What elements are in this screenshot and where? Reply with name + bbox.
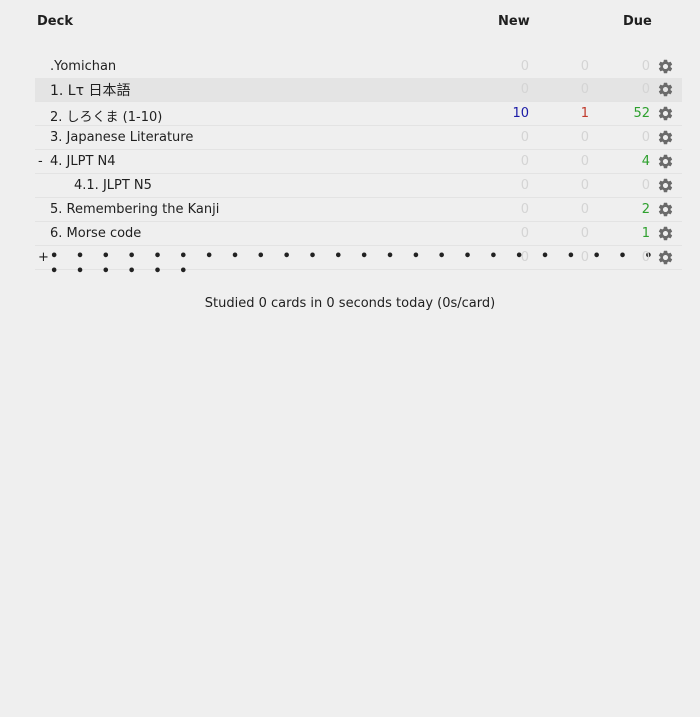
new-count: 0: [520, 226, 529, 241]
deck-name-link[interactable]: 2. しろくま (1-10): [50, 106, 162, 125]
deck-row: 5. Remembering the Kanji 0 0 2: [35, 198, 682, 222]
deck-name-link[interactable]: 5. Remembering the Kanji: [50, 202, 219, 217]
learn-count: 0: [580, 178, 589, 193]
gear-icon[interactable]: [657, 153, 674, 170]
gear-icon[interactable]: [657, 129, 674, 146]
gear-icon[interactable]: [657, 249, 674, 266]
deck-name-link[interactable]: .Yomichan: [50, 59, 116, 74]
expand-toggle[interactable]: +: [38, 250, 49, 265]
deck-row: 2. しろくま (1-10) 10 1 52: [35, 102, 682, 126]
new-count: 0: [520, 59, 529, 74]
deck-row: .Yomichan 0 0 0: [35, 55, 682, 78]
gear-icon[interactable]: [657, 225, 674, 242]
learn-count: 0: [580, 82, 589, 97]
learn-count: 0: [580, 250, 589, 265]
due-count: 0: [641, 178, 650, 193]
learn-count: 1: [580, 106, 589, 121]
due-count: 0: [641, 250, 650, 265]
new-count: 0: [520, 250, 529, 265]
header-new: New: [498, 14, 530, 29]
gear-icon[interactable]: [657, 177, 674, 194]
deck-name-link[interactable]: 4.1. JLPT N5: [74, 178, 152, 193]
deck-name-link[interactable]: 1. Lτ 日本語: [50, 80, 131, 100]
deck-browser: Deck New Due .Yomichan 0 0 0 1. Lτ 日本語 0…: [35, 0, 682, 279]
deck-name-link[interactable]: 4. JLPT N4: [50, 154, 116, 169]
deck-row: - 4. JLPT N4 0 0 4: [35, 150, 682, 174]
deck-row: 6. Morse code 0 0 1: [35, 222, 682, 246]
learn-count: 0: [580, 59, 589, 74]
due-count: 0: [641, 130, 650, 145]
gear-icon[interactable]: [657, 105, 674, 122]
collapse-toggle[interactable]: -: [38, 154, 48, 169]
deck-row: 4.1. JLPT N5 0 0 0: [35, 174, 682, 198]
new-count: 0: [520, 178, 529, 193]
due-count: 1: [641, 226, 650, 241]
header-deck: Deck: [37, 14, 73, 29]
learn-count: 0: [580, 226, 589, 241]
new-count: 0: [520, 154, 529, 169]
deck-name-link[interactable]: 3. Japanese Literature: [50, 130, 193, 145]
learn-count: 0: [580, 202, 589, 217]
gear-icon[interactable]: [657, 81, 674, 98]
new-count: 0: [520, 202, 529, 217]
new-count: 10: [512, 106, 529, 121]
learn-count: 0: [580, 154, 589, 169]
new-count: 0: [520, 130, 529, 145]
due-count: 4: [641, 154, 650, 169]
gear-icon[interactable]: [657, 58, 674, 75]
deck-row: 3. Japanese Literature 0 0 0: [35, 126, 682, 150]
due-count: 0: [641, 59, 650, 74]
deck-table-header: Deck New Due: [35, 0, 682, 44]
gear-icon[interactable]: [657, 201, 674, 218]
deck-row-current: 1. Lτ 日本語 0 0 0: [35, 78, 682, 102]
study-stats: Studied 0 cards in 0 seconds today (0s/c…: [204, 296, 496, 311]
due-count: 0: [641, 82, 650, 97]
learn-count: 0: [580, 130, 589, 145]
due-count: 52: [633, 106, 650, 121]
deck-row: + • • • • • • • • • • • • • • • • • • • …: [35, 246, 682, 279]
due-count: 2: [641, 202, 650, 217]
new-count: 0: [520, 82, 529, 97]
header-due: Due: [623, 14, 652, 29]
deck-name-link[interactable]: 6. Morse code: [50, 226, 141, 241]
